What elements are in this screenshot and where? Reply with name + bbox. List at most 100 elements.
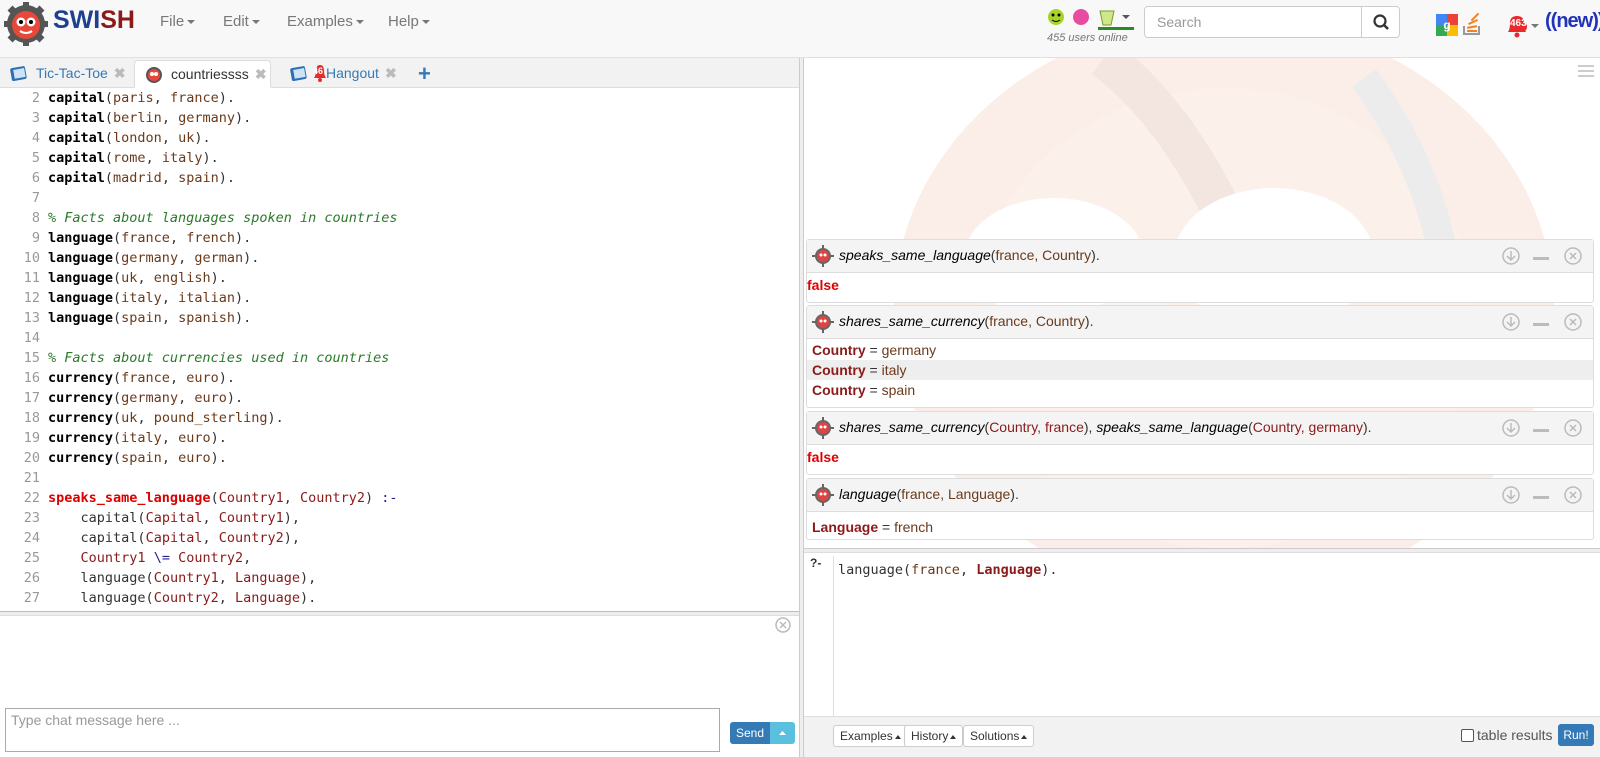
caret-down-icon[interactable] bbox=[1531, 24, 1539, 28]
line-number: 13 bbox=[23, 310, 40, 326]
query-editor[interactable]: language(france, Language). bbox=[833, 556, 1598, 716]
download-icon bbox=[1502, 419, 1520, 437]
query-predicate-2: speaks_same_language bbox=[1096, 419, 1249, 435]
user-avatar-green-icon bbox=[1048, 9, 1064, 25]
query-header: shares_same_currency(france, Country). bbox=[807, 306, 1593, 339]
examples-label: Examples bbox=[840, 729, 893, 743]
search-input[interactable] bbox=[1144, 6, 1362, 38]
menu-examples[interactable]: Examples bbox=[287, 13, 364, 30]
query-controls[interactable] bbox=[1501, 312, 1587, 332]
menu-file[interactable]: File bbox=[160, 13, 196, 30]
tab-bar: Tic-Tac-Toe ✖ countriessss ✖ 46 Hangout ✖ + bbox=[0, 58, 800, 88]
search-button[interactable] bbox=[1361, 6, 1400, 38]
line-number: 4 bbox=[31, 130, 40, 146]
query-text: speaks_same_language(france, Country). bbox=[839, 247, 1100, 263]
examples-button[interactable]: Examples bbox=[833, 725, 908, 747]
code-line: currency(france, euro). bbox=[48, 370, 235, 386]
gear-icon[interactable] bbox=[812, 417, 834, 439]
line-number: 24 bbox=[23, 530, 40, 546]
code-line: currency(italy, euro). bbox=[48, 430, 227, 446]
query-controls[interactable] bbox=[1501, 246, 1587, 266]
query-text: shares_same_currency(Country, france), s… bbox=[839, 419, 1372, 435]
new-badge[interactable]: ((new)) bbox=[1545, 10, 1600, 33]
code-line: currency(spain, euro). bbox=[48, 450, 227, 466]
google-icon[interactable]: g bbox=[1436, 12, 1458, 36]
query-text: language(france, Language). bbox=[839, 486, 1019, 502]
brand-title[interactable]: SWISH bbox=[53, 6, 135, 35]
table-results-checkbox[interactable] bbox=[1461, 729, 1474, 742]
code-line: currency(uk, pound_sterling). bbox=[48, 410, 284, 426]
send-button[interactable]: Send bbox=[730, 722, 770, 744]
tab-tic-tac-toe[interactable]: Tic-Tac-Toe ✖ bbox=[0, 60, 132, 88]
tab-label: countriessss bbox=[171, 66, 249, 82]
code-line: language(uk, english). bbox=[48, 270, 227, 286]
line-number: 15 bbox=[23, 350, 40, 366]
answer-var: Country bbox=[812, 362, 866, 378]
user-avatar-bucket-icon bbox=[1098, 10, 1134, 30]
menu-edit[interactable]: Edit bbox=[223, 13, 260, 30]
tab-countriessss[interactable]: countriessss ✖ bbox=[134, 60, 271, 88]
code-line: currency(germany, euro). bbox=[48, 390, 244, 406]
query-predicate: shares_same_currency bbox=[839, 419, 985, 435]
svg-text:g: g bbox=[1443, 18, 1450, 32]
code-line: speaks_same_language(Country1, Country2)… bbox=[48, 490, 398, 506]
line-number: 2 bbox=[31, 90, 40, 106]
answer-row: Language = french bbox=[807, 517, 1593, 537]
close-icon[interactable] bbox=[775, 617, 791, 633]
gear-icon[interactable] bbox=[812, 311, 834, 333]
close-icon[interactable]: ✖ bbox=[255, 66, 267, 82]
menu-examples-label: Examples bbox=[287, 13, 353, 30]
send-options-button[interactable] bbox=[770, 722, 795, 744]
line-number: 17 bbox=[23, 390, 40, 406]
line-number: 10 bbox=[23, 250, 40, 266]
history-button[interactable]: History bbox=[904, 725, 964, 747]
add-tab-button[interactable]: + bbox=[418, 61, 431, 87]
gear-icon[interactable] bbox=[812, 245, 834, 267]
table-results-label: table results bbox=[1477, 727, 1553, 743]
caret-up-icon bbox=[779, 731, 786, 735]
minimize-icon bbox=[1533, 323, 1549, 326]
code-line: language(france, french). bbox=[48, 230, 252, 246]
query-controls[interactable] bbox=[1501, 418, 1587, 438]
query-result-false: false bbox=[807, 449, 839, 465]
caret-up-icon bbox=[950, 734, 957, 739]
answer-row: Country = germany bbox=[807, 340, 1593, 360]
code-editor[interactable]: 2 3 4 5 6 7 8 9 10 11 12 13 14 15 16 17 18 19 20 21 22 23 24 25… bbox=[0, 88, 800, 612]
menu-help[interactable]: Help bbox=[388, 13, 430, 30]
line-number: 18 bbox=[23, 410, 40, 426]
solutions-button[interactable]: Solutions bbox=[963, 725, 1035, 747]
swish-program-icon bbox=[146, 67, 162, 83]
download-icon bbox=[1502, 313, 1520, 331]
code-line: language(italy, italian). bbox=[48, 290, 252, 306]
query-predicate: speaks_same_language bbox=[839, 247, 991, 263]
line-number: 16 bbox=[23, 370, 40, 386]
tab-badge: 46 bbox=[313, 66, 324, 76]
query-header: shares_same_currency(Country, france), s… bbox=[807, 412, 1593, 445]
minimize-icon bbox=[1533, 496, 1549, 499]
gear-icon[interactable] bbox=[812, 484, 834, 506]
run-button[interactable]: Run! bbox=[1558, 724, 1594, 746]
menu-icon[interactable] bbox=[1578, 64, 1594, 78]
answer-var: Country bbox=[812, 382, 866, 398]
code-line: capital(Capital, Country2), bbox=[80, 530, 301, 546]
caret-up-icon bbox=[894, 734, 901, 739]
swish-logo[interactable] bbox=[4, 2, 48, 46]
line-number: 21 bbox=[23, 470, 40, 486]
query-args: france, Language bbox=[901, 486, 1011, 502]
line-number: 9 bbox=[31, 230, 40, 246]
chat-message-input[interactable] bbox=[5, 708, 720, 752]
tab-hangout[interactable]: 46 Hangout ✖ bbox=[280, 60, 403, 88]
menu-file-label: File bbox=[160, 13, 185, 30]
query-result-4: language(france, Language). Language = f… bbox=[806, 478, 1594, 540]
answer-row: Country = italy bbox=[807, 360, 1593, 380]
stackoverflow-icon[interactable] bbox=[1461, 12, 1483, 36]
close-icon[interactable]: ✖ bbox=[114, 65, 126, 81]
close-icon bbox=[1564, 247, 1582, 265]
chat-resize-handle[interactable] bbox=[0, 611, 800, 616]
line-number: 5 bbox=[31, 150, 40, 166]
code-line: capital(madrid, spain). bbox=[48, 170, 235, 186]
query-resize-handle[interactable] bbox=[804, 548, 1600, 553]
notification-count: 463 bbox=[1510, 18, 1527, 29]
query-controls[interactable] bbox=[1501, 485, 1587, 505]
close-icon[interactable]: ✖ bbox=[385, 65, 397, 81]
